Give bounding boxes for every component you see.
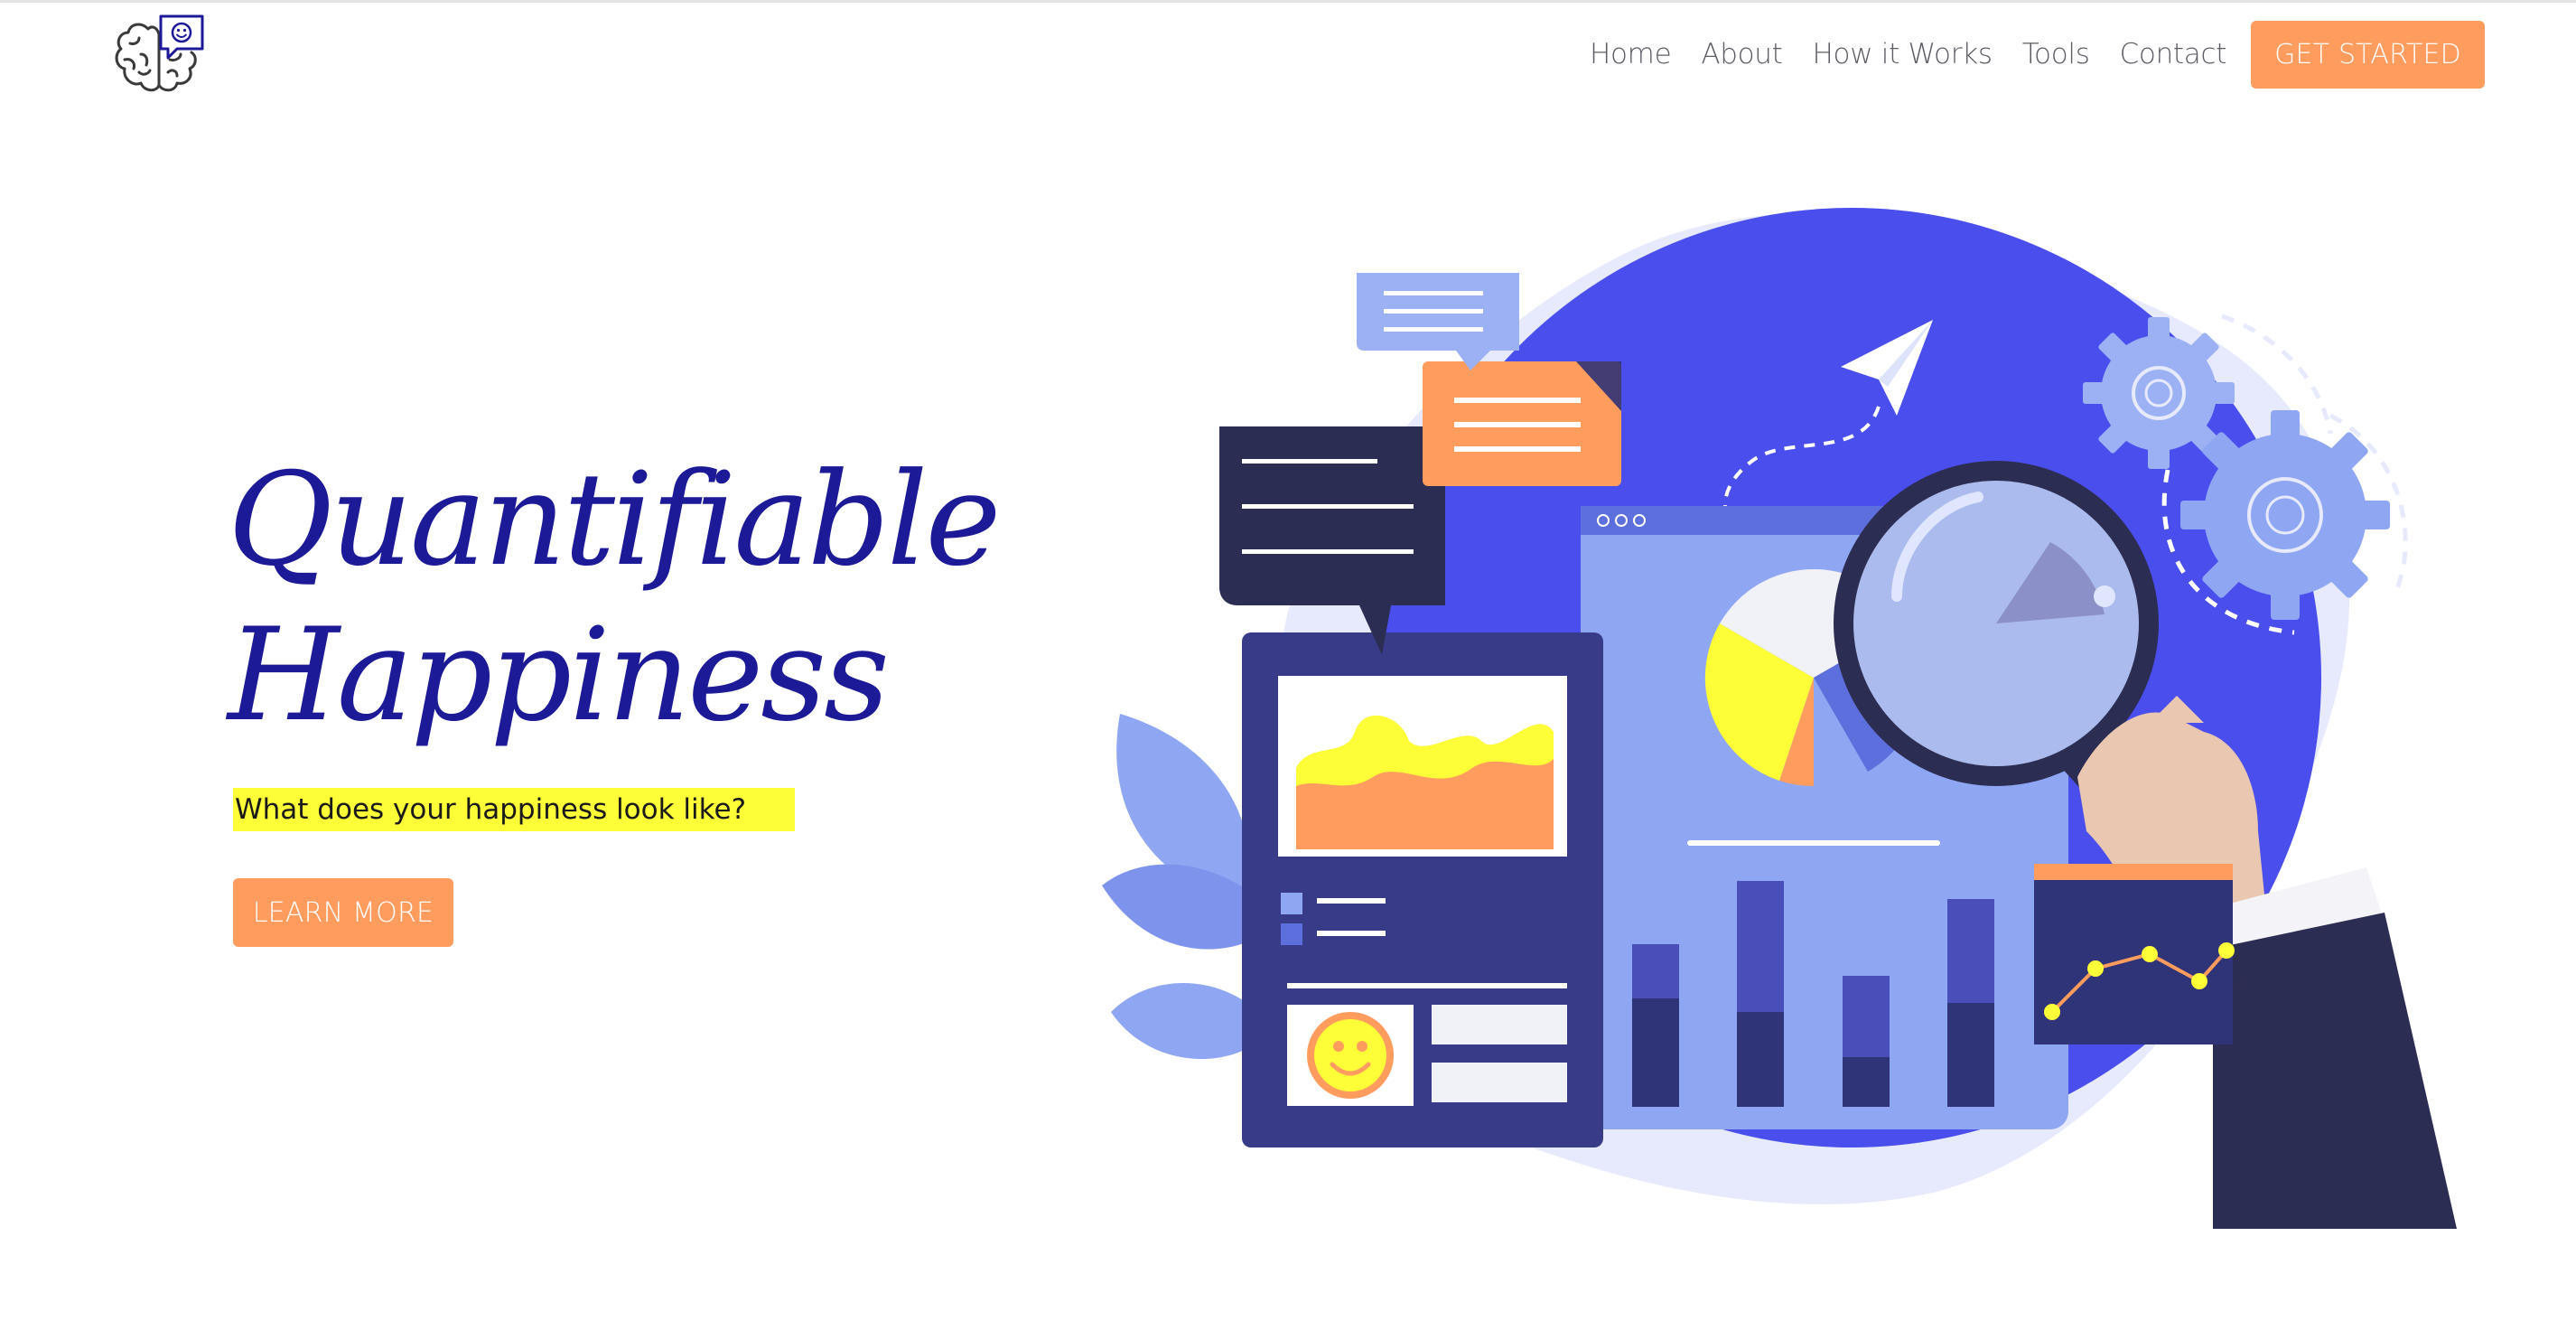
page: Home About How it Works Tools Contact GE… [0,0,2576,1330]
brain-smiley-logo-icon[interactable] [112,13,208,99]
nav-how-it-works[interactable]: How it Works [1813,38,1993,70]
profile-card [1242,632,1603,1147]
nav-about[interactable]: About [1701,38,1782,70]
analytics-illustration [1102,208,2457,1229]
smiley-icon [1307,1012,1394,1099]
hero-subtitle: What does your happiness look like? [233,788,795,831]
main-nav: Home About How it Works Tools Contact GE… [1590,18,2485,90]
get-started-button[interactable]: GET STARTED [2251,20,2485,89]
learn-more-button[interactable]: LEARN MORE [233,878,453,947]
line-chart-card [2034,864,2235,1044]
hero-title-line-2: Happiness [228,601,890,750]
nav-contact[interactable]: Contact [2120,38,2227,70]
top-border [0,0,2576,3]
gear-icon [2180,410,2390,620]
message-bubble-icon [1423,361,1621,486]
nav-home[interactable]: Home [1590,38,1672,70]
hero-title-line-1: Quantifiable [228,445,1001,595]
nav-tools[interactable]: Tools [2022,38,2090,70]
hero-title: Quantifiable Happiness [228,443,1001,754]
divider-line [1687,840,1940,846]
